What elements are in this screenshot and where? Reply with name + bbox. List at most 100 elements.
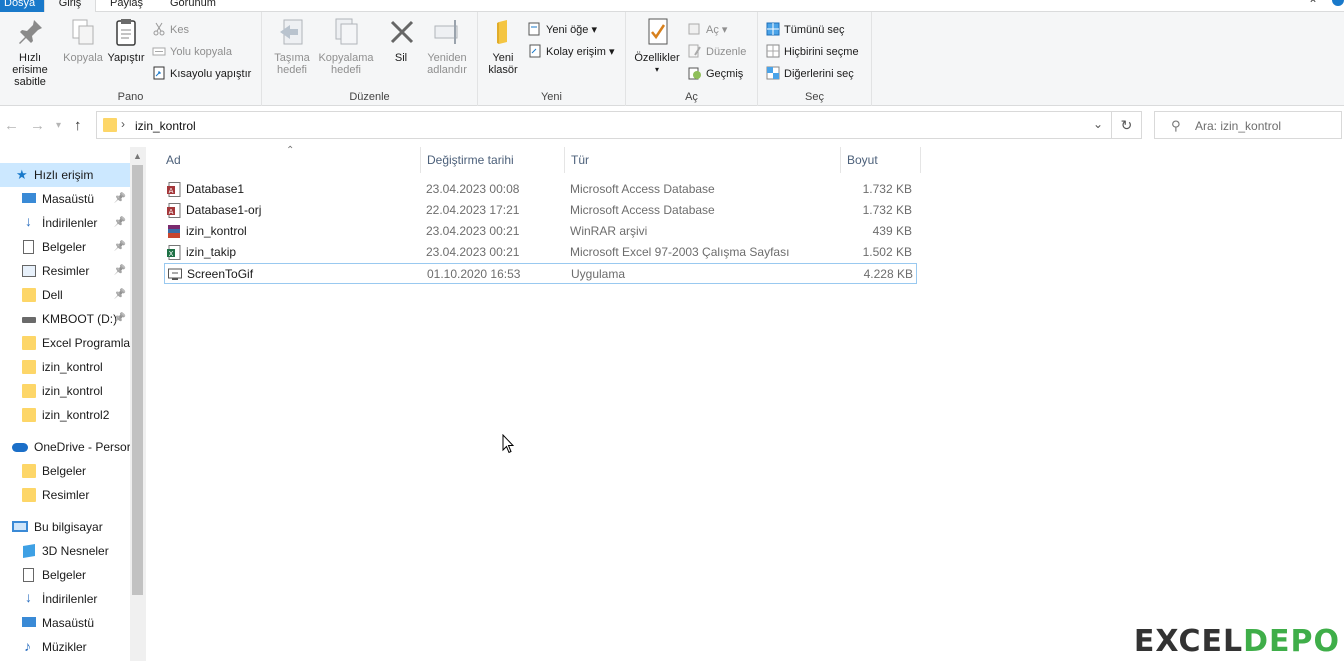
nav-item-label: 3D Nesneler	[42, 544, 109, 558]
copy-to-button[interactable]: Kopyalama hedefi	[318, 16, 374, 76]
select-all-icon	[766, 22, 780, 36]
open-button[interactable]: Aç ▾	[688, 22, 727, 38]
tab-home[interactable]: Giriş	[44, 0, 96, 12]
new-item-button[interactable]: Yeni öğe ▾	[528, 22, 597, 38]
nav-item[interactable]: Excel Programla	[0, 331, 130, 355]
nav-item[interactable]: Masaüstü 📌	[0, 187, 130, 211]
column-header-name[interactable]: Ad	[166, 147, 181, 173]
pin-icon[interactable]: 📌	[114, 211, 126, 235]
address-bar[interactable]: › izin_kontrol ⌄	[96, 111, 1112, 139]
nav-quick-access[interactable]: ★ Hızlı erişim	[0, 163, 130, 187]
delete-label: Sil	[394, 52, 408, 64]
nav-item[interactable]: izin_kontrol	[0, 355, 130, 379]
edit-button[interactable]: Düzenle	[688, 44, 746, 60]
nav-item[interactable]: Masaüstü	[0, 611, 130, 635]
forward-arrow-icon[interactable]: →	[30, 117, 45, 134]
copy-path-button[interactable]: Yolu kopyala	[152, 44, 232, 60]
paste-button[interactable]: Yapıştır	[106, 16, 146, 64]
file-type: Microsoft Access Database	[570, 203, 715, 217]
nav-item[interactable]: KMBOOT (D:) 📌	[0, 307, 130, 331]
pin-icon[interactable]: 📌	[114, 187, 126, 211]
file-row[interactable]: A Database1-orj 22.04.2023 17:21 Microsoft …	[164, 200, 917, 221]
nav-item[interactable]: Belgeler	[0, 459, 130, 483]
column-divider[interactable]	[420, 147, 421, 173]
column-header-type[interactable]: Tür	[571, 147, 589, 173]
refresh-button[interactable]: ↻	[1112, 111, 1142, 139]
nav-item[interactable]: izin_kontrol	[0, 379, 130, 403]
back-arrow-icon[interactable]: ←	[4, 117, 19, 134]
file-type: Microsoft Excel 97-2003 Çalışma Sayfası	[570, 245, 790, 259]
invert-selection-icon	[766, 66, 780, 80]
select-none-button[interactable]: Hiçbirini seçme	[766, 44, 859, 60]
history-button[interactable]: Geçmiş	[688, 66, 743, 82]
copy-button[interactable]: Kopyala	[62, 16, 104, 64]
cut-button[interactable]: Kes	[152, 22, 189, 38]
column-divider[interactable]	[564, 147, 565, 173]
address-path[interactable]: izin_kontrol	[135, 119, 196, 133]
nav-item[interactable]: ♪ Müzikler	[0, 635, 130, 659]
nav-scrollbar[interactable]: ▲	[130, 147, 145, 661]
nav-item[interactable]: Resimler 📌	[0, 259, 130, 283]
easy-access-button[interactable]: Kolay erişim ▾	[528, 44, 614, 60]
file-row[interactable]: Xizin_takip 23.04.2023 00:21 Microsoft Exc…	[164, 242, 917, 263]
select-all-button[interactable]: Tümünü seç	[766, 22, 845, 38]
nav-item[interactable]: Dell 📌	[0, 283, 130, 307]
chevron-up-icon[interactable]: ⌃	[1308, 0, 1318, 11]
up-arrow-icon[interactable]: ↑	[74, 117, 82, 134]
dropdown-caret-icon: ▾	[588, 24, 597, 36]
pin-icon[interactable]: 📌	[114, 259, 126, 283]
cut-label: Kes	[170, 24, 189, 36]
pin-icon[interactable]: 📌	[114, 235, 126, 259]
nav-item[interactable]: izin_kontrol2	[0, 403, 130, 427]
pin-quick-access-button[interactable]: Hızlı erisime sabitle	[2, 16, 58, 88]
scrollbar-thumb[interactable]	[132, 165, 143, 595]
tab-file[interactable]: Dosya	[0, 0, 44, 12]
nav-item-label: Masaüstü	[42, 192, 95, 206]
file-row[interactable]: ScreenToGif 01.10.2020 16:53 Uygulama 4.228…	[164, 263, 917, 284]
column-header-modified[interactable]: Değiştirme tarihi	[427, 147, 514, 173]
file-row[interactable]: izin_kontrol 23.04.2023 00:21 WinRAR arşiv…	[164, 221, 917, 242]
delete-x-icon	[386, 16, 418, 48]
tab-view[interactable]: Görünüm	[160, 0, 226, 12]
ribbon: Hızlı erisime sabitle Kopyala Yapıştır K…	[0, 12, 1344, 106]
move-to-button[interactable]: Taşıma hedefi	[266, 16, 318, 76]
column-header-size[interactable]: Boyut	[847, 147, 878, 173]
column-divider[interactable]	[920, 147, 921, 173]
drive-icon	[22, 312, 36, 326]
rename-button[interactable]: Yeniden adlandır	[422, 16, 472, 76]
properties-button[interactable]: Özellikler ▾	[630, 16, 684, 76]
paste-shortcut-button[interactable]: Kısayolu yapıştır	[152, 66, 251, 82]
excel-file-icon: X	[167, 245, 181, 260]
pin-icon	[14, 16, 46, 48]
nav-item[interactable]: ↓ İndirilenler 📌	[0, 211, 130, 235]
nav-item-label: Masaüstü	[42, 616, 95, 630]
new-folder-button[interactable]: Yeni klasör	[482, 16, 524, 76]
invert-selection-button[interactable]: Diğerlerini seç	[766, 66, 854, 82]
nav-item[interactable]: Resimler	[0, 483, 130, 507]
edit-label: Düzenle	[706, 46, 747, 58]
nav-item-label: Belgeler	[42, 240, 87, 254]
pin-icon[interactable]: 📌	[114, 283, 126, 307]
file-row[interactable]: A Database1 23.04.2023 00:08 Microsoft Acce…	[164, 179, 917, 200]
dropdown-caret-icon: ▾	[718, 24, 728, 36]
nav-item[interactable]: Belgeler 📌	[0, 235, 130, 259]
delete-button[interactable]: Sil	[386, 16, 416, 64]
scroll-up-arrow-icon[interactable]: ▲	[133, 151, 142, 161]
nav-item[interactable]: 3D Nesneler	[0, 539, 130, 563]
nav-item[interactable]: Belgeler	[0, 563, 130, 587]
chevron-right-icon[interactable]: ›	[121, 117, 125, 131]
nav-item[interactable]: ↓ İndirilenler	[0, 587, 130, 611]
nav-onedrive[interactable]: OneDrive - Persor	[0, 435, 130, 459]
tab-share[interactable]: Paylaş	[100, 0, 153, 12]
column-divider[interactable]	[840, 147, 841, 173]
folder-icon	[22, 336, 36, 350]
nav-item-label: İndirilenler	[42, 592, 98, 606]
pictures-icon	[22, 264, 36, 278]
chevron-down-icon[interactable]: ⌄	[1093, 117, 1103, 131]
recent-locations-chevron-icon[interactable]: ▾	[56, 120, 61, 131]
search-box[interactable]: ⚲ Ara: izin_kontrol	[1154, 111, 1342, 139]
pin-icon[interactable]: 📌	[114, 307, 126, 331]
search-icon: ⚲	[1171, 118, 1181, 133]
nav-this-pc[interactable]: Bu bilgisayar	[0, 515, 130, 539]
help-icon[interactable]	[1332, 0, 1344, 6]
